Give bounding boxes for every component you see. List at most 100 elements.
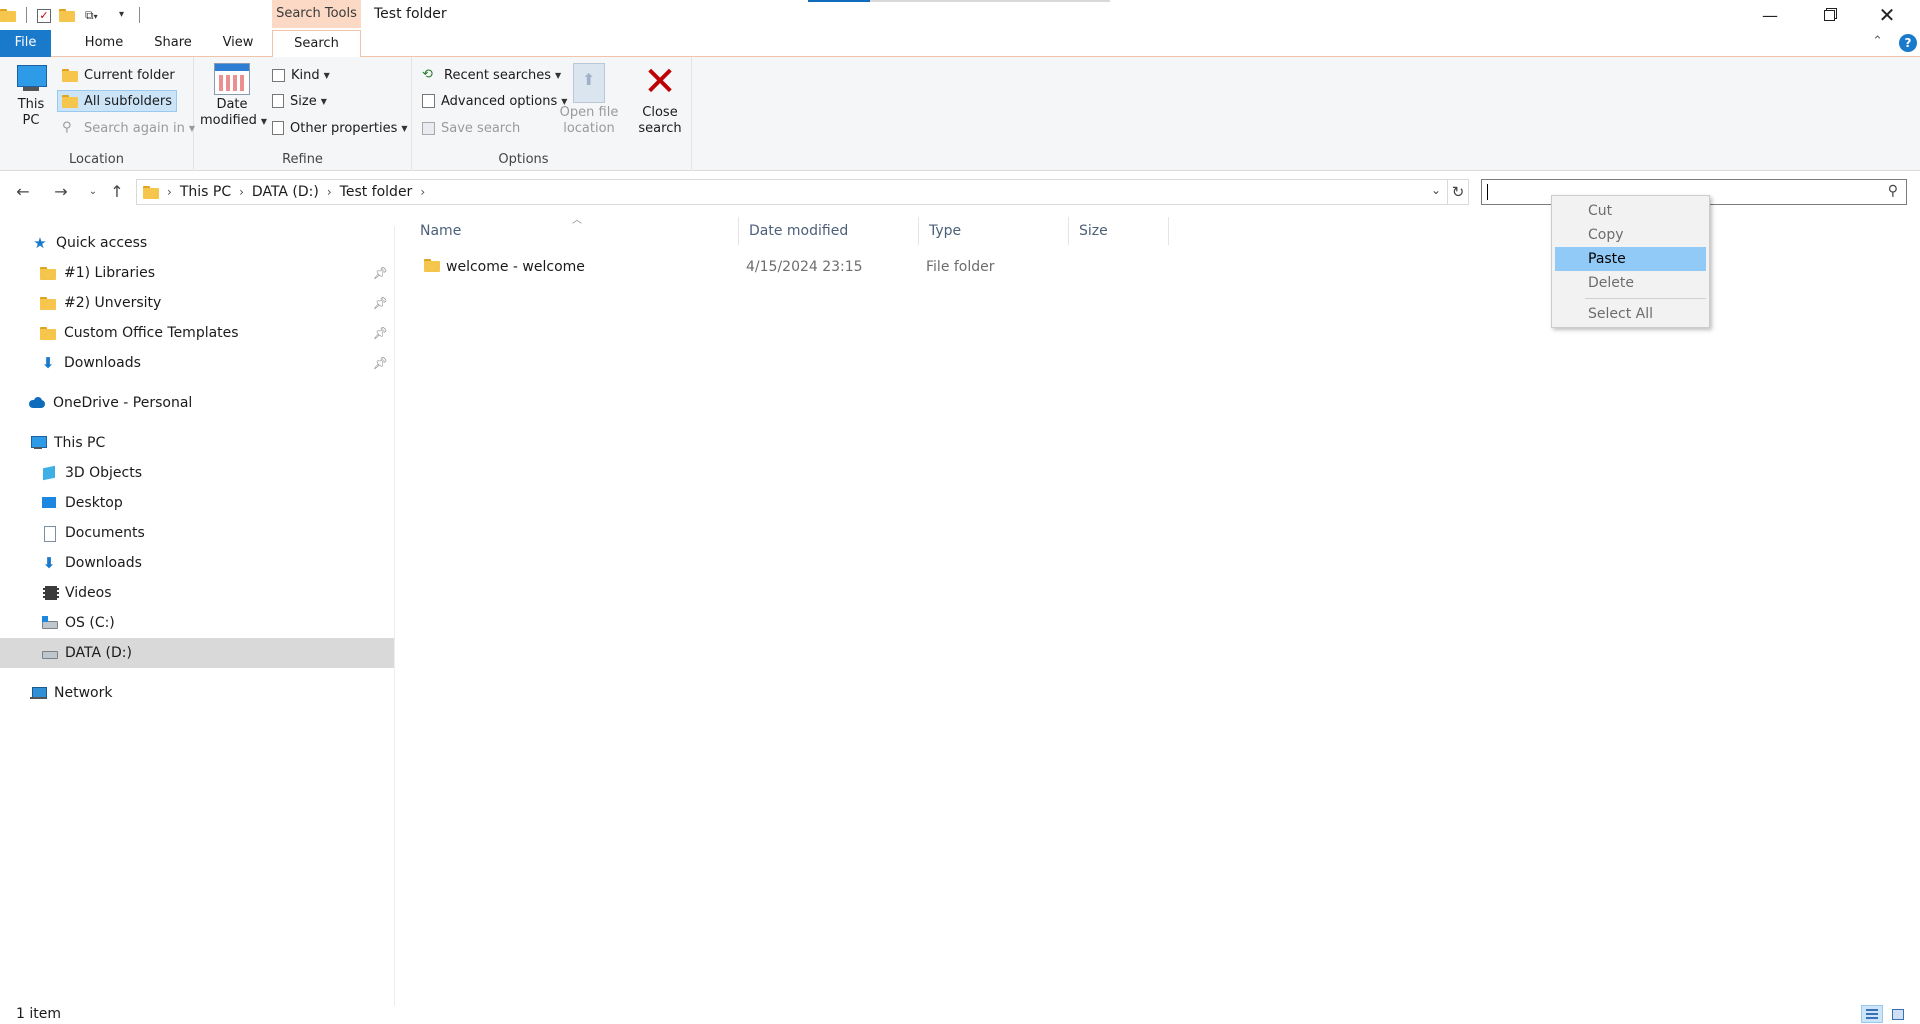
nav-this-pc[interactable]: This PC: [0, 428, 394, 458]
menu-item-delete[interactable]: Delete: [1555, 271, 1706, 295]
tab-share[interactable]: Share: [148, 30, 198, 57]
nav-network-label: Network: [54, 685, 113, 701]
menu-item-paste[interactable]: Paste: [1555, 247, 1706, 271]
address-dropdown-icon[interactable]: ⌄: [1431, 183, 1441, 197]
this-pc-button[interactable]: This PC: [8, 63, 54, 129]
document-icon: [41, 525, 57, 542]
date-modified-label-1: Date: [216, 97, 248, 112]
kind-icon: [272, 68, 285, 82]
nav-pinned-libraries[interactable]: #1) Libraries 📌︎: [0, 258, 394, 288]
window-title: Test folder: [374, 6, 447, 22]
restore-button[interactable]: [1800, 0, 1858, 30]
nav-data-d[interactable]: DATA (D:): [0, 638, 394, 668]
close-search-button[interactable]: ✕ Close search: [634, 62, 686, 137]
back-button[interactable]: ←: [12, 182, 34, 202]
status-bar: 1 item: [0, 1004, 1920, 1024]
other-properties-button[interactable]: Other properties ▼: [268, 117, 412, 139]
help-icon[interactable]: ?: [1899, 34, 1917, 52]
large-icons-view-button[interactable]: [1887, 1005, 1909, 1023]
subfolders-icon: [62, 93, 78, 109]
advanced-options-button[interactable]: Advanced options ▼: [418, 90, 571, 112]
properties-icon[interactable]: ✓: [37, 9, 51, 23]
breadcrumb-separator-icon[interactable]: ›: [239, 185, 244, 199]
arrow-left-icon: ←: [16, 182, 30, 201]
nav-pinned-downloads[interactable]: ⬇ Downloads 📌︎: [0, 348, 394, 378]
size-button[interactable]: Size ▼: [268, 90, 331, 112]
options-group-label: Options: [498, 152, 549, 167]
tab-home[interactable]: Home: [80, 30, 128, 57]
all-subfolders-button[interactable]: All subfolders: [57, 90, 178, 112]
advanced-options-label: Advanced options: [441, 93, 558, 109]
refresh-icon: ↻: [1451, 183, 1465, 201]
column-header-size[interactable]: Size: [1069, 217, 1169, 245]
date-modified-button[interactable]: Date modified ▼: [200, 63, 267, 130]
address-bar[interactable]: › This PC › DATA (D:) › Test folder › ⌄: [136, 179, 1448, 205]
date-modified-label-2: modified ▼: [200, 113, 267, 130]
nav-pinned-unversity[interactable]: #2) Unversity 📌︎: [0, 288, 394, 318]
pin-icon[interactable]: 📌︎: [373, 356, 388, 370]
customize-qat-icon[interactable]: ▾: [119, 6, 131, 24]
column-header-date-modified[interactable]: Date modified: [739, 217, 919, 245]
nav-desktop[interactable]: Desktop: [0, 488, 394, 518]
open-file-location-button[interactable]: Open file location: [558, 63, 620, 137]
nav-videos[interactable]: Videos: [0, 578, 394, 608]
nav-documents[interactable]: Documents: [0, 518, 394, 548]
nav-item-label: DATA (D:): [65, 645, 132, 661]
breadcrumb-separator-icon[interactable]: ›: [420, 185, 425, 199]
up-button[interactable]: ↑: [106, 182, 128, 202]
kind-button[interactable]: Kind ▼: [268, 64, 334, 86]
nav-3d-objects[interactable]: 3D Objects: [0, 458, 394, 488]
refresh-button[interactable]: ↻: [1447, 179, 1469, 205]
menu-item-select-all[interactable]: Select All: [1555, 302, 1706, 326]
nav-onedrive[interactable]: OneDrive - Personal: [0, 388, 394, 418]
save-icon: [422, 121, 435, 135]
tab-view[interactable]: View: [218, 30, 258, 57]
pin-icon[interactable]: 📌︎: [373, 266, 388, 280]
search-again-in-button[interactable]: ⚲ Search again in ▼: [58, 117, 199, 139]
large-icons-view-icon: [1892, 1009, 1904, 1020]
breadcrumb-test-folder[interactable]: Test folder: [340, 184, 413, 200]
search-icon[interactable]: ⚲: [1888, 183, 1898, 199]
details-view-button[interactable]: [1861, 1005, 1883, 1023]
menu-item-cut[interactable]: Cut: [1555, 199, 1706, 223]
tab-search[interactable]: Search: [272, 30, 361, 58]
forward-button[interactable]: →: [50, 182, 72, 202]
current-folder-button[interactable]: Current folder: [58, 64, 179, 86]
recent-locations-button[interactable]: ⌄: [82, 182, 104, 202]
other-properties-label: Other properties: [290, 120, 398, 136]
open-file-location-label-2: location: [563, 121, 615, 136]
chevron-down-icon: ▼: [323, 70, 330, 80]
chevron-down-icon: ▼: [401, 123, 408, 133]
nav-quick-access[interactable]: ★ Quick access: [0, 228, 394, 258]
pin-icon[interactable]: 📌︎: [373, 296, 388, 310]
save-search-button[interactable]: Save search: [418, 117, 524, 139]
nav-network[interactable]: Network: [0, 678, 394, 708]
breadcrumb-separator-icon: ›: [167, 185, 172, 199]
folder-icon: [40, 325, 56, 341]
nav-item-label: #2) Unversity: [64, 295, 162, 311]
arrow-up-icon: ↑: [110, 182, 124, 201]
recent-searches-button[interactable]: ⟲ Recent searches ▼: [418, 64, 565, 86]
pin-icon[interactable]: 📌︎: [373, 326, 388, 340]
undo-icon[interactable]: ⧉▾: [85, 6, 111, 24]
location-group: This PC Current folder All subfolders ⚲ …: [0, 57, 195, 171]
new-folder-icon[interactable]: [59, 6, 77, 24]
nav-item-label: 3D Objects: [65, 465, 143, 481]
minimize-ribbon-icon[interactable]: ⌃: [1872, 34, 1883, 49]
minimize-button[interactable]: —: [1741, 0, 1799, 30]
download-icon: ⬇: [41, 354, 55, 372]
menu-item-copy[interactable]: Copy: [1555, 223, 1706, 247]
breadcrumb-data-drive[interactable]: DATA (D:): [252, 184, 319, 200]
folder-icon: [143, 184, 159, 200]
breadcrumb-this-pc[interactable]: This PC: [180, 184, 231, 200]
nav-downloads[interactable]: ⬇ Downloads: [0, 548, 394, 578]
kind-label: Kind: [291, 67, 320, 83]
breadcrumb-separator-icon[interactable]: ›: [327, 185, 332, 199]
nav-os-c[interactable]: OS (C:): [0, 608, 394, 638]
column-header-type[interactable]: Type: [919, 217, 1069, 245]
drive-icon: [41, 645, 58, 661]
table-row[interactable]: welcome - welcome 4/15/2024 23:15 File f…: [410, 255, 1170, 279]
nav-pinned-custom-office-templates[interactable]: Custom Office Templates 📌︎: [0, 318, 394, 348]
close-window-button[interactable]: ✕: [1858, 0, 1916, 30]
tab-file[interactable]: File: [0, 30, 51, 57]
